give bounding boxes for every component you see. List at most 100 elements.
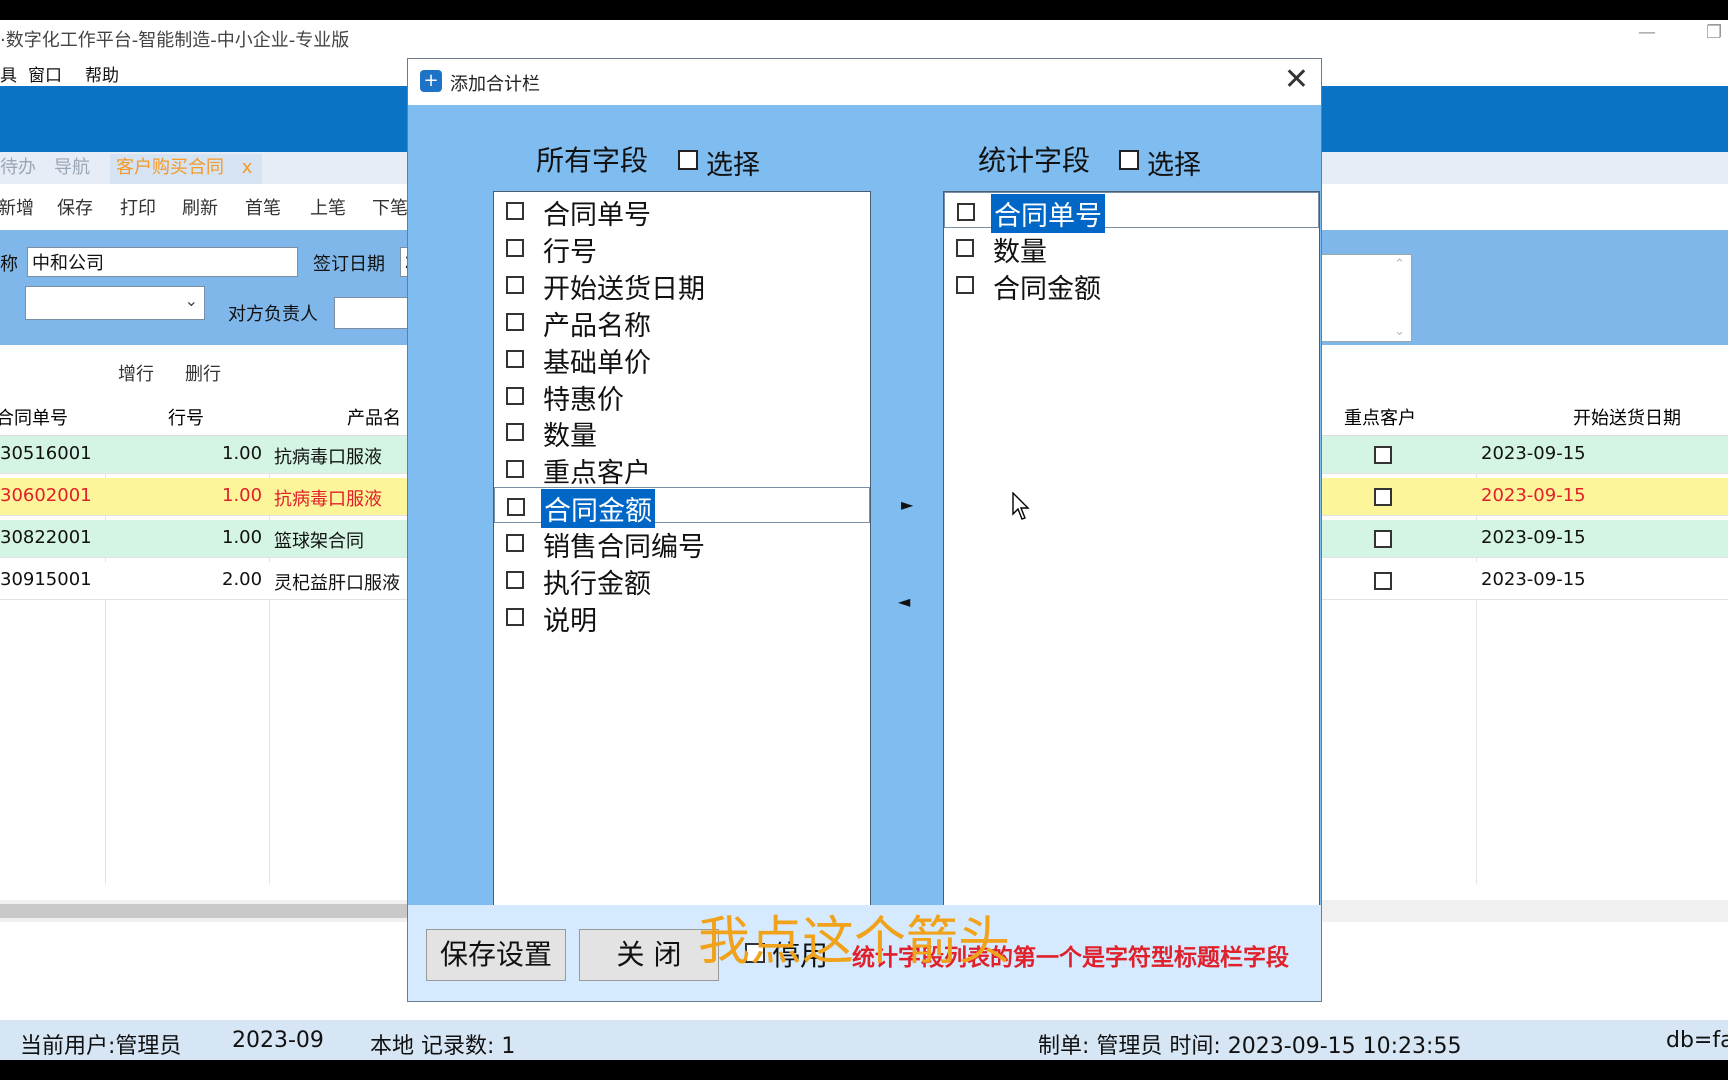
all-fields-item-checkbox[interactable]: [506, 571, 524, 589]
delete-row-button[interactable]: 删行: [185, 360, 221, 386]
stat-fields-item[interactable]: 合同单号: [944, 192, 1319, 233]
tab-close-icon[interactable]: x: [242, 157, 253, 178]
cell-line-no: 2.00: [222, 569, 263, 590]
all-fields-item[interactable]: 基础单价: [494, 340, 870, 379]
all-fields-item-checkbox[interactable]: [506, 275, 524, 294]
all-fields-item[interactable]: 行号: [494, 229, 870, 268]
all-fields-item[interactable]: 特惠价: [494, 377, 870, 416]
prev-record-button[interactable]: 上笔: [310, 194, 346, 220]
stat-fields-item-label: 合同单号: [991, 194, 1105, 233]
header-product[interactable]: 产品名: [347, 404, 401, 430]
scroll-up-icon[interactable]: ⌃: [1394, 257, 1405, 272]
all-fields-item-checkbox[interactable]: [506, 349, 524, 368]
stat-fields-list[interactable]: 合同单号 数量合同金额: [943, 191, 1320, 907]
stat-fields-item[interactable]: 合同金额: [944, 266, 1319, 305]
menu-window[interactable]: 窗口: [28, 61, 62, 86]
cell-product: 抗病毒口服液: [274, 489, 382, 510]
contact-field[interactable]: [334, 297, 414, 329]
all-fields-item-checkbox[interactable]: [506, 312, 524, 331]
status-bar: 当前用户:管理员 2023-09 本地 记录数: 1 制单: 管理员 时间: 2…: [0, 1020, 1728, 1060]
stat-fields-item[interactable]: 数量: [944, 229, 1319, 268]
type-select[interactable]: ⌄: [25, 286, 205, 320]
add-row-button[interactable]: 增行: [118, 360, 154, 386]
all-fields-select-label: 选择: [706, 150, 760, 181]
key-customer-checkbox[interactable]: [1374, 446, 1392, 464]
cell-start-date: 2023-09-15: [1481, 569, 1586, 590]
status-user: 当前用户:管理员: [20, 1034, 182, 1059]
stat-fields-item-checkbox[interactable]: [956, 238, 974, 257]
print-button[interactable]: 打印: [120, 194, 156, 220]
move-left-arrow-button[interactable]: ◄: [898, 592, 910, 611]
status-records: 本地 记录数: 1: [370, 1034, 516, 1059]
all-fields-item[interactable]: 销售合同编号: [494, 524, 870, 563]
save-settings-button[interactable]: 保存设置: [426, 929, 566, 981]
tab-customer-contract[interactable]: 客户购买合同 x: [110, 154, 262, 184]
all-fields-item[interactable]: 产品名称: [494, 303, 870, 342]
stat-fields-item-checkbox[interactable]: [957, 203, 975, 221]
tab-navigation[interactable]: 导航: [48, 154, 96, 184]
stat-fields-item-label: 合同金额: [993, 273, 1101, 305]
restore-button[interactable]: ❐: [1706, 22, 1722, 43]
menu-help[interactable]: 帮助: [85, 61, 119, 86]
tab-todo[interactable]: 待办: [0, 154, 42, 184]
all-fields-header: 所有字段: [536, 144, 649, 177]
all-fields-item-checkbox[interactable]: [506, 607, 524, 626]
all-fields-item[interactable]: 数量: [494, 413, 870, 452]
stat-fields-item-label: 数量: [993, 236, 1047, 268]
refresh-button[interactable]: 刷新: [182, 194, 218, 220]
stat-fields-select-label: 选择: [1147, 150, 1201, 181]
mouse-cursor-icon: [1012, 492, 1030, 520]
all-fields-item[interactable]: 执行金额: [494, 561, 870, 600]
key-customer-checkbox[interactable]: [1374, 488, 1392, 506]
all-fields-item-checkbox[interactable]: [506, 460, 524, 479]
cell-start-date: 2023-09-15: [1481, 527, 1586, 548]
name-field[interactable]: [27, 247, 298, 277]
all-fields-item-checkbox[interactable]: [506, 423, 524, 442]
all-fields-item[interactable]: 重点客户: [494, 450, 870, 489]
stat-fields-item-checkbox[interactable]: [956, 275, 974, 294]
all-fields-item-checkbox[interactable]: [506, 238, 524, 257]
all-fields-item-checkbox[interactable]: [507, 498, 525, 517]
scroll-down-icon[interactable]: ⌄: [1394, 324, 1405, 339]
cell-line-no: 1.00: [222, 443, 263, 464]
all-fields-item-label: 执行金额: [543, 569, 651, 600]
cell-contract-no: 30915001: [0, 569, 92, 590]
all-fields-item-label: 合同单号: [543, 200, 651, 231]
title-bar: ·数字化工作平台-智能制造-中小企业-专业版 — ❐: [0, 20, 1728, 58]
contact-label: 对方负责人: [228, 304, 318, 325]
key-customer-checkbox[interactable]: [1374, 572, 1392, 590]
header-contract-no[interactable]: 合同单号: [0, 404, 68, 430]
add-total-column-dialog: + 添加合计栏 ✕ 所有字段 选择 统计字段 选择 合同单号 行号 开始送货日期 产品…: [407, 58, 1322, 1002]
key-customer-checkbox[interactable]: [1374, 530, 1392, 548]
all-fields-item-label: 特惠价: [543, 384, 624, 416]
cell-line-no: 1.00: [222, 527, 263, 548]
close-icon[interactable]: ✕: [1284, 63, 1309, 97]
all-fields-item-checkbox[interactable]: [506, 386, 524, 405]
chevron-down-icon: ⌄: [184, 291, 198, 310]
video-caption: 我点这个箭头: [698, 912, 1011, 972]
new-button[interactable]: 新增: [0, 194, 34, 220]
all-fields-item-label: 合同金额: [541, 489, 655, 529]
header-key-customer[interactable]: 重点客户: [1344, 404, 1416, 430]
header-start-date[interactable]: 开始送货日期: [1573, 404, 1681, 430]
all-fields-item[interactable]: 合同单号: [494, 192, 870, 231]
first-record-button[interactable]: 首笔: [245, 194, 281, 220]
all-fields-item-checkbox[interactable]: [506, 202, 524, 220]
header-line-no[interactable]: 行号: [168, 404, 204, 430]
stat-fields-header: 统计字段: [978, 144, 1091, 177]
all-fields-list[interactable]: 合同单号 行号 开始送货日期 产品名称 基础单价特惠价 数量 重点客户 合同金额 销售合同编号执…: [493, 191, 871, 907]
menu-tools[interactable]: 具: [0, 61, 17, 86]
all-fields-item[interactable]: 合同金额: [494, 487, 870, 529]
all-fields-item-checkbox[interactable]: [506, 534, 524, 553]
status-maker: 制单: 管理员 时间: 2023-09-15 10:23:55: [1038, 1034, 1462, 1059]
all-fields-item[interactable]: 说明: [494, 598, 870, 637]
cell-line-no: 1.00: [222, 485, 263, 506]
all-fields-select-checkbox[interactable]: [678, 150, 698, 170]
save-button[interactable]: 保存: [57, 194, 93, 220]
stat-fields-select-checkbox[interactable]: [1119, 150, 1139, 170]
dialog-title-bar: + 添加合计栏 ✕: [408, 59, 1321, 105]
next-record-button[interactable]: 下笔: [372, 194, 408, 220]
all-fields-item[interactable]: 开始送货日期: [494, 266, 870, 305]
minimize-button[interactable]: —: [1638, 22, 1656, 43]
move-right-arrow-button[interactable]: ►: [901, 495, 913, 514]
